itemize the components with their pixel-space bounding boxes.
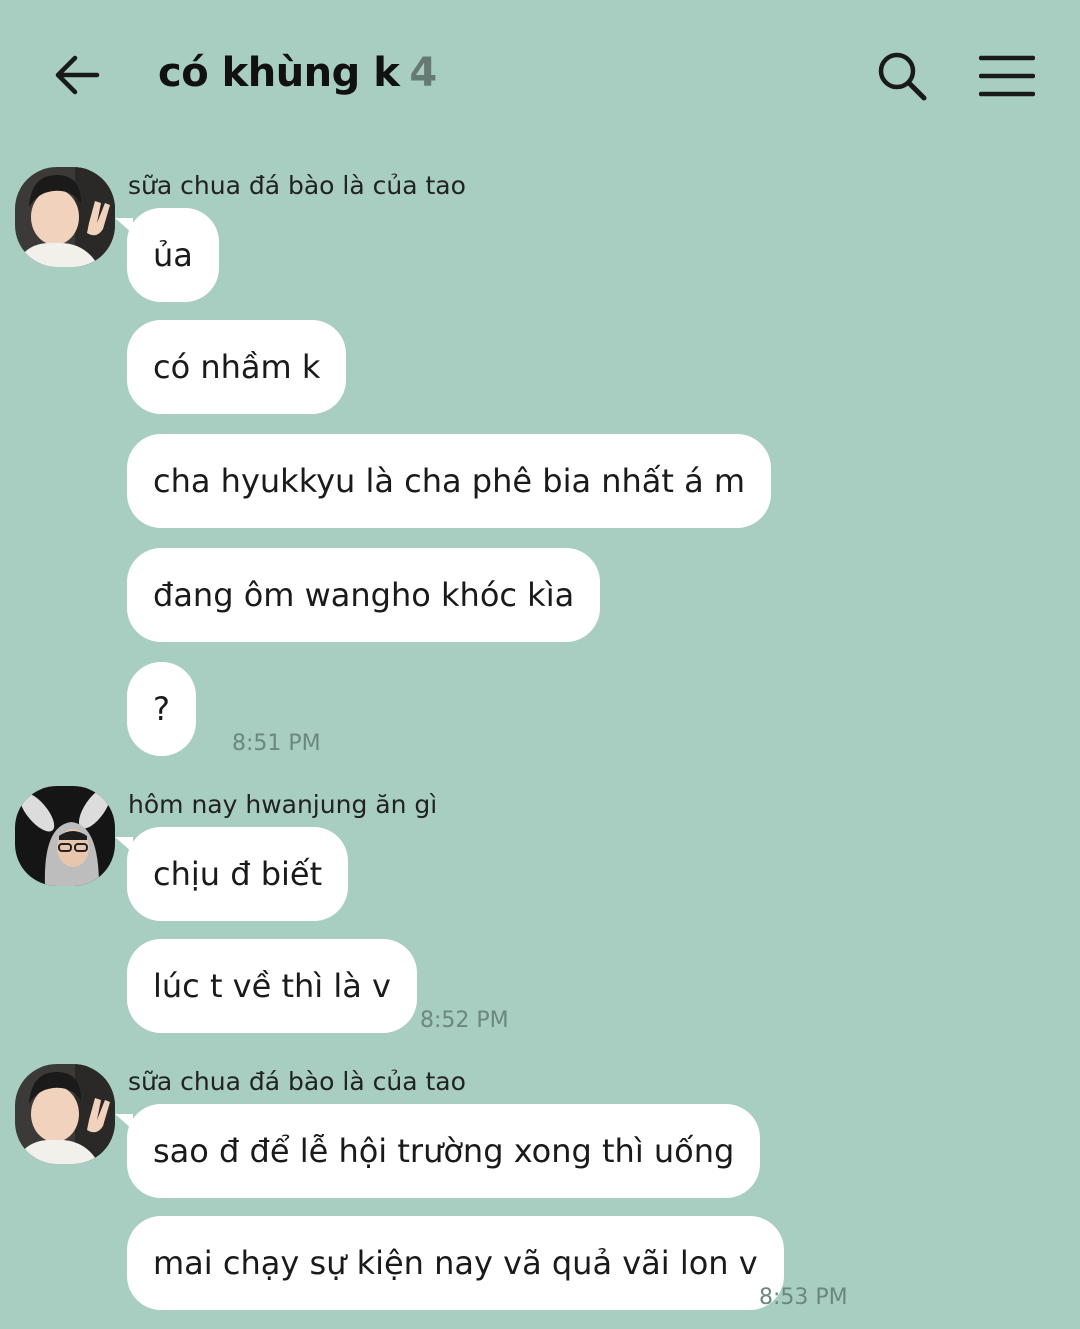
message-bubble[interactable]: ? [127, 662, 196, 756]
avatar-image [15, 786, 115, 886]
avatar[interactable] [15, 167, 115, 267]
message-bubble[interactable]: có nhầm k [127, 320, 347, 414]
search-button[interactable] [870, 44, 934, 108]
hamburger-menu-icon [979, 55, 1035, 97]
message-bubble[interactable]: ủa [115, 208, 219, 302]
sender-name: sữa chua đá bào là của tao [128, 1067, 466, 1096]
avatar[interactable] [15, 786, 115, 886]
avatar[interactable] [15, 1064, 115, 1164]
message-bubble[interactable]: sao đ để lễ hội trường xong thì uống [114, 1104, 761, 1198]
message-bubble[interactable]: chịu đ biết [114, 827, 349, 921]
chat-name: có khùng k [158, 50, 400, 96]
message-bubble[interactable]: đang ôm wangho khóc kìa [127, 548, 601, 642]
menu-button[interactable] [974, 44, 1040, 108]
avatar-image [15, 1064, 115, 1164]
chat-screen: có khùng k4 sữa chua đá bào là của tao ủ… [0, 0, 1080, 1329]
avatar-image [15, 167, 115, 267]
chat-header: có khùng k4 [0, 0, 1080, 150]
message-time: 8:53 PM [759, 1285, 848, 1310]
message-bubble[interactable]: lúc t về thì là v [127, 939, 417, 1033]
back-button[interactable] [46, 44, 108, 106]
message-bubble[interactable]: cha hyukkyu là cha phê bia nhất á m [127, 434, 772, 528]
sender-name: hôm nay hwanjung ăn gì [128, 790, 438, 819]
message-time: 8:52 PM [420, 1008, 509, 1033]
chat-title: có khùng k4 [158, 50, 437, 96]
member-count: 4 [409, 50, 437, 96]
message-time: 8:51 PM [232, 731, 321, 756]
search-icon [878, 52, 927, 101]
sender-name: sữa chua đá bào là của tao [128, 171, 466, 200]
message-bubble[interactable]: mai chạy sự kiện nay vã quả vãi lon v [127, 1216, 784, 1310]
arrow-left-icon [55, 55, 100, 95]
